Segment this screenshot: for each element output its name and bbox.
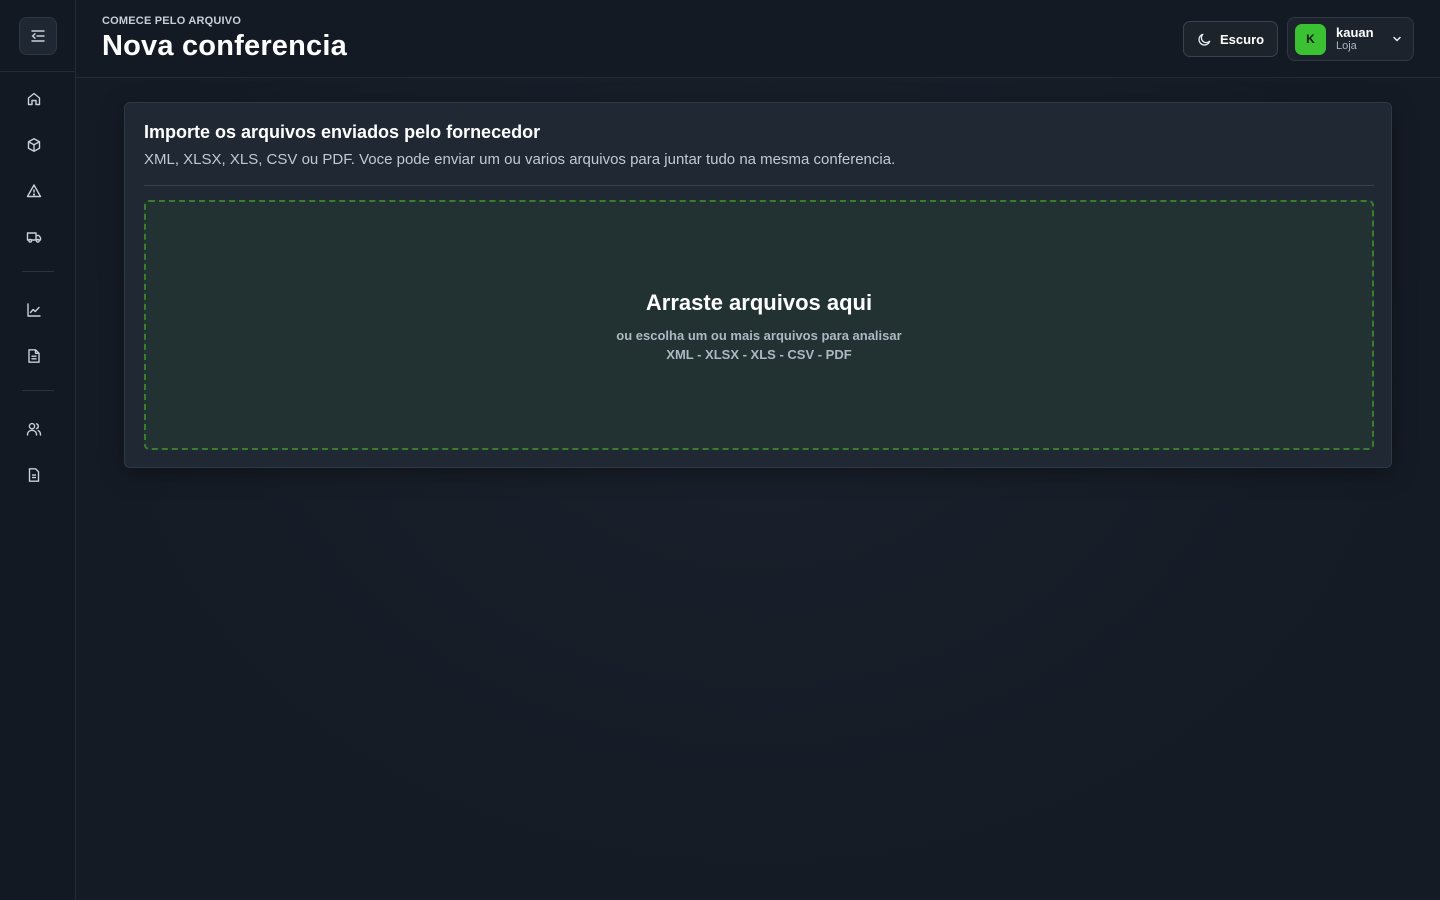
nav-item-documents[interactable] [0,333,76,379]
nav-item-files[interactable] [0,452,76,498]
nav-group-main [0,72,75,260]
dropzone-formats: XML - XLSX - XLS - CSV - PDF [666,347,852,362]
app-root: COMECE PELO ARQUIVO Nova conferencia Esc… [0,0,1440,900]
file-text-icon [28,349,40,363]
collapse-sidebar-button[interactable] [18,16,57,55]
nav-item-alerts[interactable] [0,168,76,214]
nav-separator [22,271,54,272]
nav-group-admin [0,402,75,498]
user-info: kauan Loja [1336,26,1374,52]
theme-toggle-label: Escuro [1220,31,1265,47]
page-eyebrow: COMECE PELO ARQUIVO [102,15,242,27]
nav-item-deliveries[interactable] [0,214,76,260]
chart-line-icon [27,303,41,317]
page-title: Nova conferencia [102,30,347,62]
card-description: XML, XLSX, XLS, CSV ou PDF. Voce pode en… [144,151,896,168]
avatar: K [1295,23,1326,55]
nav-group-reports [0,283,75,379]
nav-item-analytics[interactable] [0,287,76,333]
sidebar [0,0,76,900]
nav-item-products[interactable] [0,122,76,168]
truck-icon [26,232,42,243]
nav-item-home[interactable] [0,76,76,122]
file-icon [28,468,40,482]
collapse-sidebar-icon [30,29,45,42]
theme-toggle-button[interactable]: Escuro [1183,21,1278,57]
main-content: COMECE PELO ARQUIVO Nova conferencia Esc… [76,0,1440,900]
sidebar-top [0,0,75,72]
user-menu-button[interactable]: K kauan Loja [1287,17,1414,61]
users-icon [26,422,42,436]
dropzone-title: Arraste arquivos aqui [645,290,873,315]
file-dropzone[interactable]: Arraste arquivos aqui ou escolha um ou m… [144,200,1374,450]
alert-triangle-icon [26,184,42,198]
card-title: Importe os arquivos enviados pelo fornec… [144,122,541,142]
user-name: kauan [1336,25,1374,40]
divider [144,185,1374,186]
home-icon [27,92,41,106]
box-icon [27,138,41,152]
nav-separator [22,390,54,391]
user-role: Loja [1336,40,1357,52]
nav-item-users[interactable] [0,406,76,452]
import-card: Importe os arquivos enviados pelo fornec… [124,102,1392,468]
page-header: COMECE PELO ARQUIVO Nova conferencia Esc… [76,0,1440,78]
dropzone-subtitle: ou escolha um ou mais arquivos para anal… [616,328,902,343]
moon-icon [1198,33,1211,46]
chevron-down-icon [1393,36,1401,42]
